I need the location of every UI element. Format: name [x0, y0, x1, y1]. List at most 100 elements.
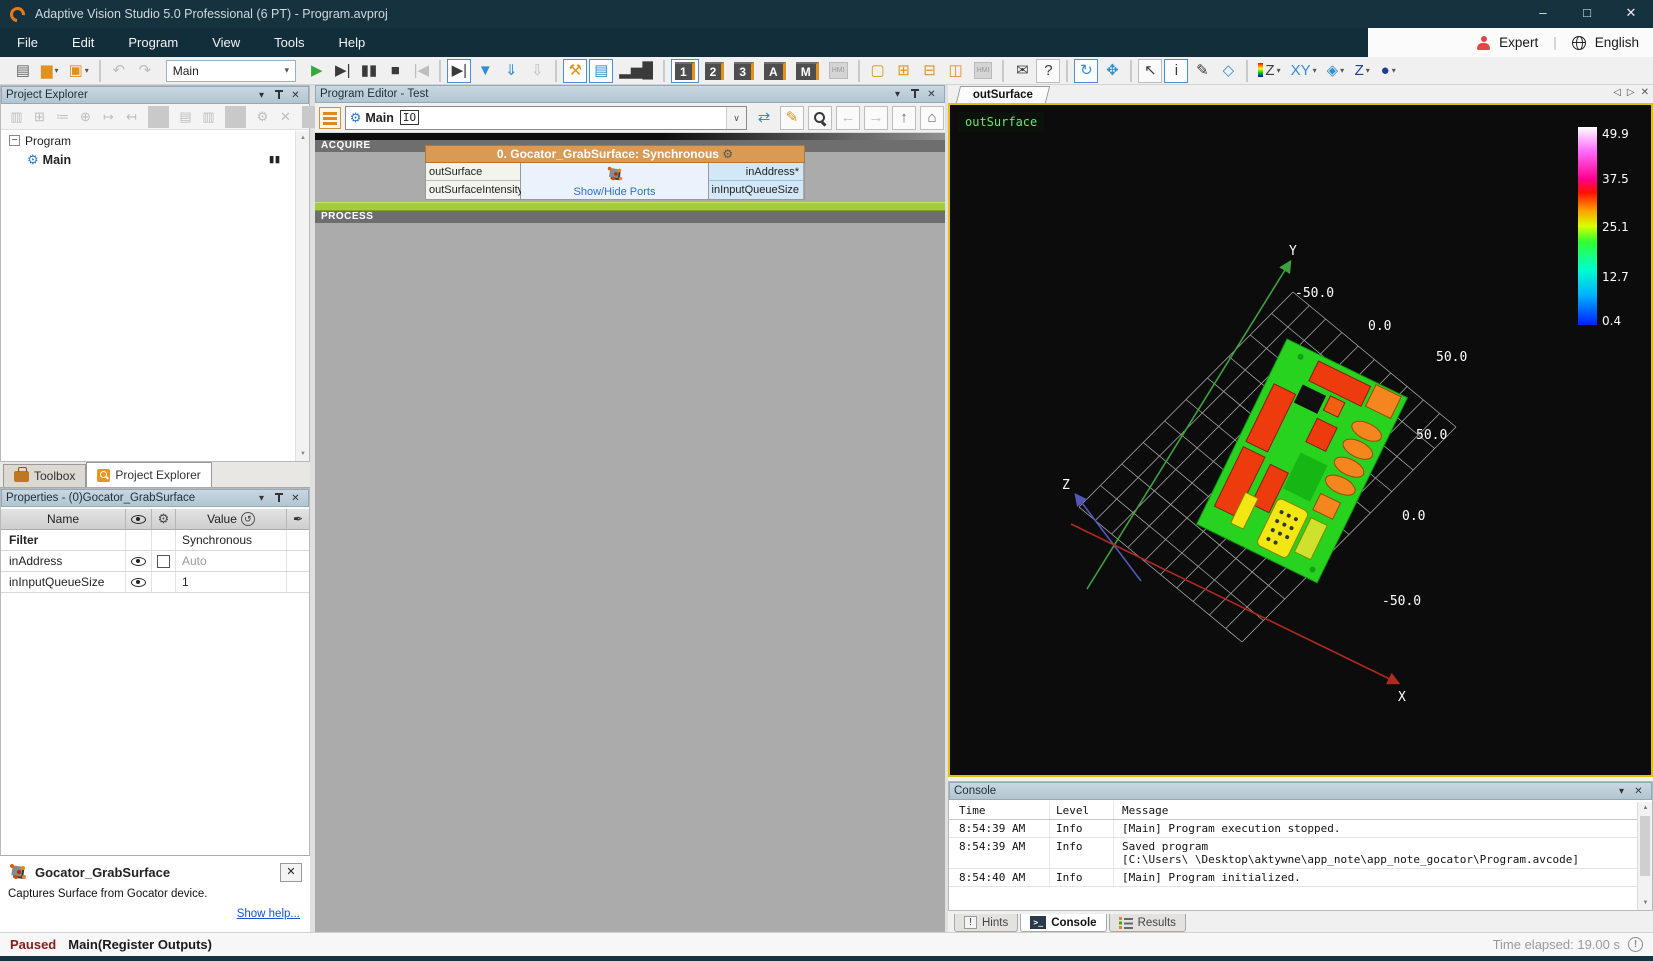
pin-icon[interactable]: [906, 87, 923, 101]
run-until-end-icon[interactable]: ▶|▾: [331, 59, 355, 83]
tab-hints[interactable]: ! Hints: [954, 914, 1018, 932]
block-settings-icon[interactable]: ⚙: [722, 147, 733, 161]
layout-single-icon[interactable]: ▢▾: [866, 59, 890, 83]
z-axis-icon[interactable]: Z▾: [1350, 59, 1374, 83]
sep1[interactable]: ▾: [99, 60, 101, 82]
scroll-up-icon[interactable]: ▲: [296, 131, 310, 145]
console-scrollbar[interactable]: ▲ ▼: [1637, 802, 1652, 910]
sep2[interactable]: [225, 106, 246, 128]
pin-icon[interactable]: [270, 491, 287, 505]
sep1[interactable]: [148, 106, 169, 128]
nav-forward-icon[interactable]: →: [864, 106, 888, 130]
rotate-view-icon[interactable]: ↻▾: [1074, 59, 1098, 83]
tree-item-main[interactable]: ⚙ Main ▮▮: [1, 150, 295, 169]
tab-prev-icon[interactable]: ◁: [1613, 87, 1621, 98]
undo-icon[interactable]: ↶▾: [107, 59, 131, 83]
property-row-inaddress[interactable]: inAddress Auto: [1, 551, 309, 572]
statistics-icon[interactable]: ▂▅█▾: [615, 59, 657, 83]
port-outsurfaceintensity[interactable]: outSurfaceIntensity?: [426, 181, 520, 199]
message-center-icon[interactable]: ✉▾: [1010, 59, 1034, 83]
language-button[interactable]: English: [1595, 35, 1639, 50]
eye-icon[interactable]: [126, 551, 152, 571]
layout-grid-icon[interactable]: ⊞▾: [892, 59, 916, 83]
close-button[interactable]: ✕: [1609, 0, 1653, 28]
fit-view-icon[interactable]: ↖▾: [1138, 59, 1162, 83]
sep9[interactable]: ▾: [1246, 60, 1248, 82]
add-output-icon[interactable]: ↤: [121, 106, 142, 128]
new-macrofilter-icon[interactable]: ▥: [6, 106, 27, 128]
auto-show-data-icon[interactable]: ▤▾: [589, 59, 613, 83]
minimize-button[interactable]: –: [1521, 0, 1565, 28]
chevron-down-icon[interactable]: ▾: [279, 65, 295, 76]
pause-icon[interactable]: ▮▮▾: [357, 59, 382, 83]
sep8[interactable]: ▾: [1130, 60, 1132, 82]
port-ininputqueuesize[interactable]: inInputQueueSize: [709, 181, 803, 199]
menu-item[interactable]: Tools: [257, 28, 321, 57]
tab-next-icon[interactable]: ▷: [1627, 87, 1635, 98]
scroll-down-icon[interactable]: ▼: [1638, 897, 1653, 910]
preview-hmi-icon[interactable]: HMI▾: [825, 59, 852, 83]
sep3[interactable]: ▾: [555, 60, 557, 82]
preview-a-icon[interactable]: A▾: [760, 59, 790, 83]
menu-item[interactable]: Help: [322, 28, 383, 57]
menu-item[interactable]: Edit: [55, 28, 111, 57]
home-icon[interactable]: ⌂: [920, 106, 944, 130]
redo-icon[interactable]: ↷▾: [133, 59, 157, 83]
preview-2-icon[interactable]: 2▾: [701, 59, 729, 83]
close-panel-button[interactable]: ✕: [1630, 784, 1647, 798]
show-help-link[interactable]: Show help...: [237, 908, 300, 920]
scale-xy-icon[interactable]: XY▾: [1287, 59, 1321, 83]
save-program-icon[interactable]: ▣▾: [65, 59, 93, 83]
eye-icon[interactable]: [126, 572, 152, 592]
close-panel-button[interactable]: ✕: [287, 88, 304, 102]
close-info-button[interactable]: ✕: [280, 863, 302, 882]
port-inaddress[interactable]: inAddress*: [709, 163, 803, 181]
tab-project-explorer[interactable]: Project Explorer: [86, 462, 211, 487]
surface-3d-view[interactable]: Y -50.0 0.0 50.0 50.0 0.0 -50.0 Z X outS…: [948, 103, 1653, 777]
property-row-ininputqueuesize[interactable]: inInputQueueSize 1: [1, 572, 309, 593]
preview-3-icon[interactable]: 3▾: [730, 59, 758, 83]
point-size-icon[interactable]: ●▾: [1376, 59, 1400, 83]
tab-results[interactable]: Results: [1109, 914, 1186, 932]
open-program-icon[interactable]: ▆▾: [37, 59, 63, 83]
settings-icon[interactable]: ⚙: [252, 106, 273, 128]
layout-columns-icon[interactable]: ◫▾: [944, 59, 968, 83]
scroll-down-icon[interactable]: ▼: [296, 447, 310, 461]
panel-menu-button[interactable]: ▾: [889, 87, 906, 101]
collapse-icon[interactable]: −: [9, 135, 20, 146]
sep2[interactable]: ▾: [439, 60, 441, 82]
tab-console[interactable]: >_ Console: [1020, 914, 1106, 932]
panel-menu-button[interactable]: ▾: [1613, 784, 1630, 798]
run-icon[interactable]: ▶▾: [305, 59, 329, 83]
connect-mode-icon[interactable]: ⇄: [752, 106, 776, 130]
add-macrofilter-icon[interactable]: ⊞: [29, 106, 50, 128]
show-hide-ports-link[interactable]: Show/Hide Ports: [521, 186, 708, 198]
scroll-thumb[interactable]: [1640, 816, 1650, 876]
delete-icon[interactable]: ✕: [275, 106, 296, 128]
macrofilter-list-icon[interactable]: [319, 107, 341, 129]
stop-icon[interactable]: ■▾: [383, 59, 407, 83]
add-input-icon[interactable]: ↦: [98, 106, 119, 128]
close-panel-button[interactable]: ✕: [923, 87, 940, 101]
help-icon[interactable]: ?▾: [1036, 59, 1060, 83]
view-3d-box-icon[interactable]: ◇▾: [1216, 59, 1240, 83]
edit-code-icon[interactable]: ✎: [780, 106, 804, 130]
console-row[interactable]: 8:54:40 AM Info [Main] Program initializ…: [949, 869, 1637, 887]
macrofilter-combo[interactable]: ⚙ Main IO ∨: [345, 106, 747, 130]
expert-mode-button[interactable]: Expert: [1499, 35, 1538, 50]
sep7[interactable]: ▾: [1066, 60, 1068, 82]
checkbox[interactable]: [157, 555, 170, 568]
menu-item[interactable]: File: [0, 28, 55, 57]
sep6[interactable]: ▾: [1002, 60, 1004, 82]
wrench-settings-icon[interactable]: ⚒▾: [563, 59, 587, 83]
console-row[interactable]: 8:54:39 AM Info Saved program [C:\Users\…: [949, 838, 1637, 869]
layout-rows-icon[interactable]: ⊟▾: [918, 59, 942, 83]
new-program-icon[interactable]: ▤▾: [11, 59, 35, 83]
console-log[interactable]: Time Level Message 8:54:39 AM Info [Main…: [949, 802, 1637, 910]
info-mode-icon[interactable]: i▾: [1164, 59, 1188, 83]
menu-item[interactable]: Program: [111, 28, 195, 57]
tab-outsurface[interactable]: outSurface: [956, 86, 1050, 103]
nav-up-icon[interactable]: ↑: [892, 106, 916, 130]
pin-icon[interactable]: [270, 88, 287, 102]
tree-scrollbar[interactable]: ▲ ▼: [295, 131, 309, 461]
